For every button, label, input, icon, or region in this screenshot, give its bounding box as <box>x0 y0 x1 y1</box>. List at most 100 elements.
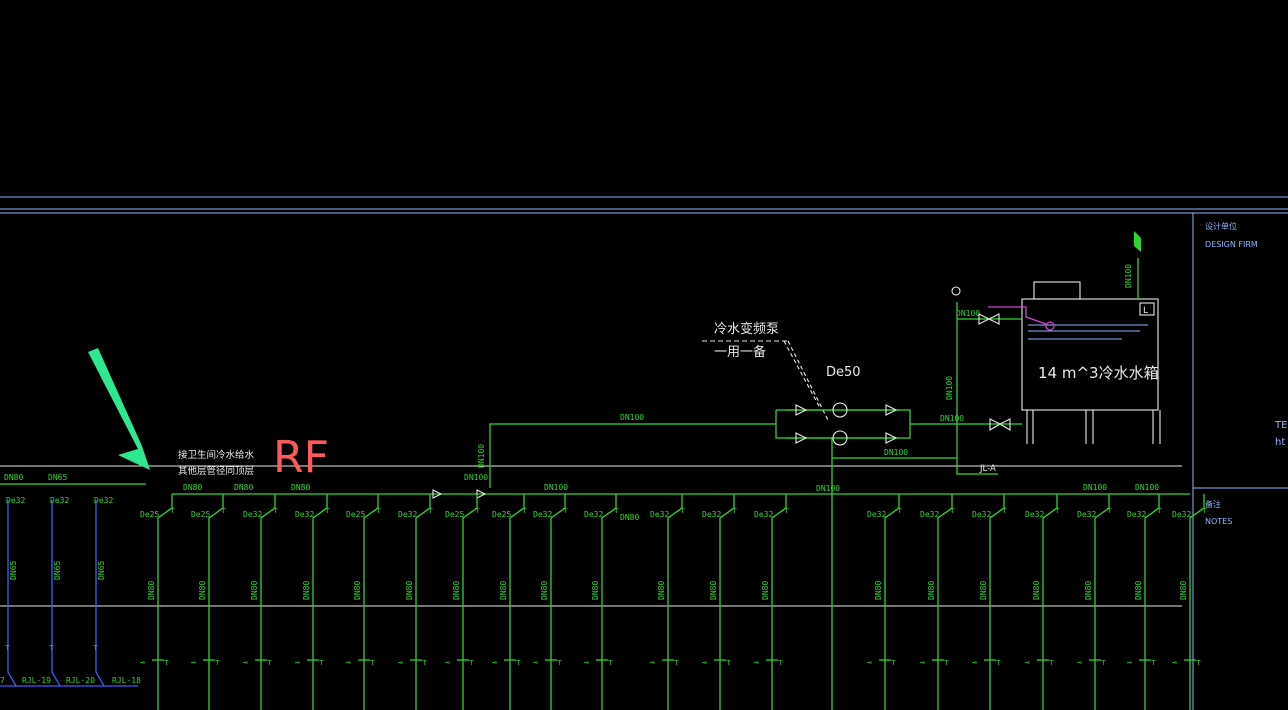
branch-size-label: De32 <box>867 510 886 519</box>
valve-mark-icon: ⊤ <box>376 506 381 515</box>
fixture-mark-icon: ⊸ <box>584 658 589 667</box>
discharge-riser-size: DN100 <box>477 444 486 468</box>
fixture-mark-icon: ⊤ <box>5 643 10 652</box>
branch-size-label: De32 <box>1025 510 1044 519</box>
pump-pipe-size: De50 <box>826 365 861 380</box>
left-riser-size: DN65 <box>97 561 106 580</box>
branch-size-label: De32 <box>1127 510 1146 519</box>
branch-riser <box>509 494 525 710</box>
pump-bypass-size: DN100 <box>884 448 908 457</box>
pump-label: 冷水变频泵 <box>714 321 779 337</box>
branch-riser <box>415 494 431 710</box>
branch-riser <box>1144 494 1160 710</box>
riser-size-label: DN80 <box>874 581 883 600</box>
fixture-mark-icon: ⊸ <box>920 658 925 667</box>
branch-size-label: De32 <box>702 510 721 519</box>
branch-riser <box>989 494 1005 710</box>
valve-mark-icon: ⊤ <box>1002 506 1007 515</box>
riser-size: DN100 <box>945 376 954 400</box>
cad-drawing-canvas[interactable]: 设计单位 DESIGN FIRM 备注 NOTES TE ht RF 接卫生间冷… <box>0 0 1288 710</box>
branch-size-label: De32 <box>398 510 417 519</box>
fixture-mark-icon: ⊤ <box>996 658 1001 667</box>
title-edge-te: TE <box>1274 420 1287 431</box>
tank-label: 14 m^3冷水水箱 <box>1038 364 1159 382</box>
riser-size-label: DN80 <box>1084 581 1093 600</box>
branch-size-label: De32 <box>920 510 939 519</box>
fixture-mark-icon: ⊤ <box>674 658 679 667</box>
main-segment-label: DN80 <box>291 483 310 492</box>
riser-size-label: DN80 <box>1134 581 1143 600</box>
branch-riser <box>312 494 328 710</box>
branch-size-label: De32 <box>243 510 262 519</box>
branch-riser <box>208 494 224 710</box>
fixture-mark-icon: ⊤ <box>267 658 272 667</box>
fixture-mark-icon: ⊤ <box>319 658 324 667</box>
fixture-mark-icon: ⊸ <box>140 658 145 667</box>
branch-riser <box>884 494 900 710</box>
fixture-mark-icon: ⊸ <box>867 658 872 667</box>
branch-riser <box>363 494 379 710</box>
riser-size-label: DN80 <box>250 581 259 600</box>
main-segment-label: DN100 <box>1083 483 1107 492</box>
tank-vent-size: DN100 <box>1124 264 1133 288</box>
left-riser-size: DN65 <box>9 561 18 580</box>
fixture-mark-icon: ⊸ <box>1172 658 1177 667</box>
fixture-mark-icon: ⊸ <box>295 658 300 667</box>
central-riser-size: DN100 <box>816 484 840 493</box>
riser-size-label: DN80 <box>353 581 362 600</box>
fixture-mark-icon: ⊤ <box>608 658 613 667</box>
riser-size-label: DN80 <box>540 581 549 600</box>
fixture-mark-icon: ⊸ <box>702 658 707 667</box>
fixture-mark-icon: ⊸ <box>533 658 538 667</box>
pump-discharge-pipe <box>489 423 776 488</box>
fixture-mark-icon: ⊤ <box>215 658 220 667</box>
riser-tag-label: 7 <box>0 676 5 685</box>
note-connect-washroom: 接卫生间冷水给水 <box>178 449 255 461</box>
branch-size-label: De25 <box>445 510 464 519</box>
branch-group: De25 DN80 ⊤ ⊸ ⊤ De25 DN80 ⊤ ⊸ ⊤ De32 DN80 ⊤ ⊸ ⊤ De32 DN8… <box>140 483 1207 710</box>
fixture-mark-icon: ⊸ <box>492 658 497 667</box>
floor-label-rf: RF <box>273 432 329 483</box>
fixture-mark-icon: ⊤ <box>1151 658 1156 667</box>
design-firm-cn: 设计单位 <box>1205 221 1237 231</box>
fixture-mark-icon: ⊤ <box>778 658 783 667</box>
valve-mark-icon: ⊤ <box>680 506 685 515</box>
valve-mark-icon: ⊤ <box>784 506 789 515</box>
main-segment-label: DN80 <box>183 483 202 492</box>
branch-riser <box>1042 494 1058 710</box>
branch-size-label: De32 <box>295 510 314 519</box>
branch-size-label: De32 <box>1172 510 1191 519</box>
left-branch-size: De32 <box>94 496 113 505</box>
main-segment-label: DN80 <box>234 483 253 492</box>
riser-size-label: DN80 <box>657 581 666 600</box>
branch-size-label: De32 <box>1077 510 1096 519</box>
left-riser-size: DN65 <box>53 561 62 580</box>
left-header-size: DN80 <box>4 473 23 482</box>
fixture-mark-icon: ⊤ <box>370 658 375 667</box>
fixture-mark-icon: ⊤ <box>557 658 562 667</box>
branch-size-label: De25 <box>492 510 511 519</box>
riser-tag: JL-A <box>979 464 996 474</box>
fixture-mark-icon: ⊤ <box>516 658 521 667</box>
fixture-mark-icon: ⊤ <box>469 658 474 667</box>
valve-mark-icon: ⊤ <box>1055 506 1060 515</box>
fixture-mark-icon: ⊤ <box>726 658 731 667</box>
fixture-mark-icon: ⊸ <box>445 658 450 667</box>
main-segment-label: DN100 <box>544 483 568 492</box>
branch-size-label: De32 <box>972 510 991 519</box>
valve-mark-icon: ⊤ <box>897 506 902 515</box>
branch-riser <box>462 494 478 710</box>
branch-riser <box>667 494 683 710</box>
valve-mark-icon: ⊤ <box>221 506 226 515</box>
left-branch-size: De32 <box>50 496 69 505</box>
notes-cn: 备注 <box>1205 499 1221 509</box>
fixture-mark-icon: ⊤ <box>944 658 949 667</box>
fixture-mark-icon: ⊤ <box>49 643 54 652</box>
branch-size-label: De32 <box>584 510 603 519</box>
fixture-mark-icon: ⊸ <box>1025 658 1030 667</box>
fixture-mark-icon: ⊸ <box>346 658 351 667</box>
riser-tag-label: RJL-19 <box>22 676 51 685</box>
fixture-mark-icon: ⊤ <box>93 643 98 652</box>
fixture-mark-icon: ⊤ <box>1196 658 1201 667</box>
note-other-floors: 其他层管径同顶层 <box>178 465 254 477</box>
